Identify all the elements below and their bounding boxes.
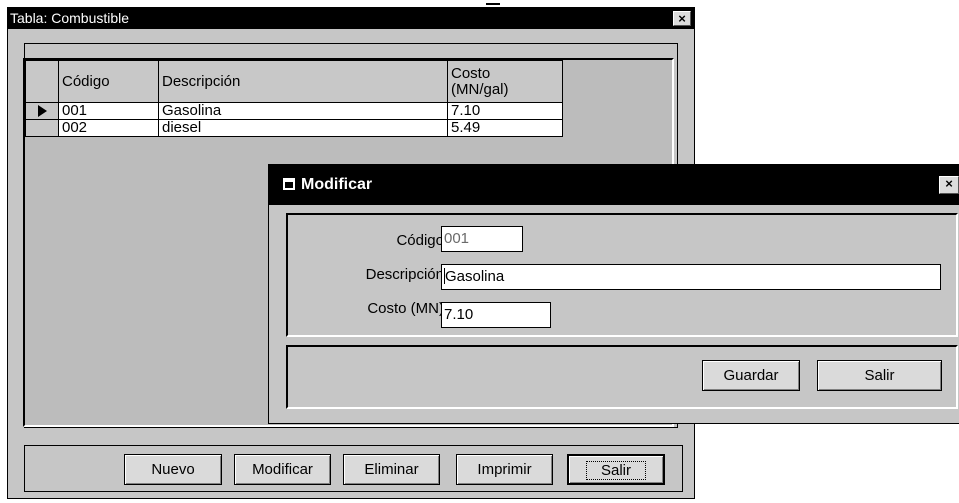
combustible-close-button[interactable]: × (673, 11, 691, 26)
modificar-titlebar[interactable]: Modificar × (269, 165, 959, 205)
eliminar-button[interactable]: Eliminar (343, 454, 440, 485)
stray-mark (486, 3, 500, 5)
codigo-label: Código (396, 232, 444, 249)
combustible-titlebar[interactable]: Tabla: Combustible × (8, 8, 694, 29)
cell-codigo[interactable]: 002 (58, 119, 159, 137)
nuevo-button[interactable]: Nuevo (124, 454, 222, 485)
nuevo-button-label: Nuevo (151, 461, 195, 478)
close-icon: × (945, 176, 953, 191)
fields-panel: Código 001 Descripción Gasolina Costo (M… (286, 213, 958, 337)
cell-codigo[interactable]: 001 (58, 102, 159, 120)
table-row[interactable]: 001 Gasolina 7.10 (25, 102, 563, 120)
column-header-costo-label: Costo (MN/gal) (451, 64, 509, 98)
costo-field[interactable]: 7.10 (441, 302, 551, 328)
modificar-dialog: Modificar × Código 001 Descripción Gasol… (268, 164, 959, 424)
combustible-table: Código Descripción Costo (MN/gal) 001 Ga… (25, 60, 563, 137)
modificar-dialog-title: Modificar (301, 176, 373, 193)
current-row-arrow-icon (37, 105, 47, 118)
combustible-window-title: Tabla: Combustible (10, 10, 130, 26)
descripcion-label: Descripción (365, 266, 444, 283)
salir-button-label: Salir (585, 461, 646, 480)
dialog-salir-button[interactable]: Salir (817, 360, 942, 391)
column-header-costo[interactable]: Costo (MN/gal) (447, 60, 563, 103)
table-header-row: Código Descripción Costo (MN/gal) (25, 60, 563, 103)
guardar-button-label: Guardar (723, 367, 779, 384)
descripcion-value: Gasolina (445, 268, 505, 285)
row-indicator-header (25, 60, 59, 103)
column-header-descripcion[interactable]: Descripción (158, 60, 448, 103)
app-window-icon (283, 178, 295, 190)
imprimir-button[interactable]: Imprimir (456, 454, 553, 485)
guardar-button[interactable]: Guardar (702, 360, 800, 391)
costo-label: Costo (MN) (367, 300, 444, 317)
dialog-button-panel: Guardar Salir (286, 345, 958, 409)
main-button-bar: Nuevo Modificar Eliminar Imprimir Salir (24, 445, 683, 492)
table-row[interactable]: 002 diesel 5.49 (25, 119, 563, 137)
codigo-field[interactable]: 001 (441, 226, 523, 252)
cell-costo[interactable]: 5.49 (447, 119, 563, 137)
cell-costo[interactable]: 7.10 (447, 102, 563, 120)
modificar-button-label: Modificar (252, 461, 313, 478)
imprimir-button-label: Imprimir (477, 461, 532, 478)
salir-button[interactable]: Salir (567, 454, 665, 485)
close-icon: × (678, 11, 686, 26)
cell-descripcion[interactable]: Gasolina (158, 102, 448, 120)
cell-descripcion[interactable]: diesel (158, 119, 448, 137)
column-header-codigo[interactable]: Código (58, 60, 159, 103)
dialog-salir-button-label: Salir (864, 367, 895, 384)
descripcion-field[interactable]: Gasolina (441, 264, 941, 290)
modificar-button[interactable]: Modificar (234, 454, 331, 485)
modificar-close-button[interactable]: × (939, 176, 959, 194)
eliminar-button-label: Eliminar (364, 461, 419, 478)
row-indicator[interactable] (25, 102, 59, 120)
row-indicator[interactable] (25, 119, 59, 137)
